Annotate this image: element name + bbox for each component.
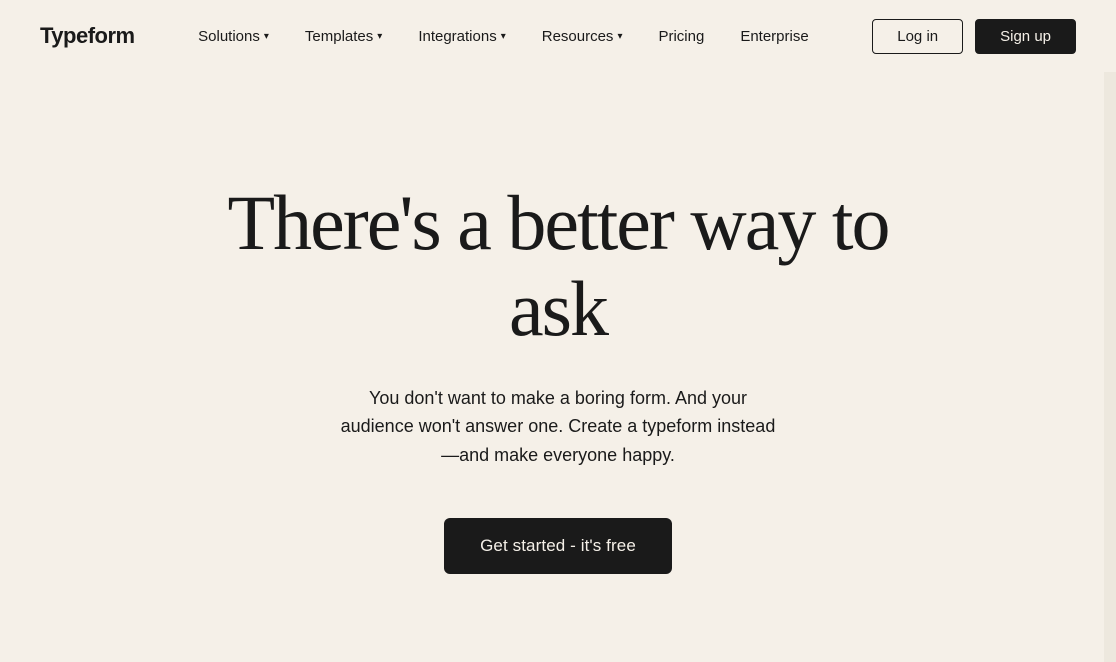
chevron-down-icon: ▾ [377,31,382,42]
nav-label-pricing: Pricing [658,28,704,45]
nav-item-enterprise[interactable]: Enterprise [726,20,822,53]
nav-item-resources[interactable]: Resources ▾ [528,20,637,53]
hero-title: There's a better way to ask [208,180,908,352]
scrollbar[interactable] [1104,0,1116,662]
nav-actions: Log in Sign up [872,19,1076,54]
hero-subtitle: You don't want to make a boring form. An… [338,384,778,470]
nav-item-templates[interactable]: Templates ▾ [291,20,396,53]
nav-label-integrations: Integrations [418,28,496,45]
nav-label-enterprise: Enterprise [740,28,808,45]
signup-button[interactable]: Sign up [975,19,1076,54]
nav-item-integrations[interactable]: Integrations ▾ [404,20,519,53]
nav-label-templates: Templates [305,28,373,45]
chevron-down-icon: ▾ [501,31,506,42]
nav-links: Solutions ▾ Templates ▾ Integrations ▾ R… [184,20,823,53]
nav-item-solutions[interactable]: Solutions ▾ [184,20,283,53]
chevron-down-icon: ▾ [264,31,269,42]
main-nav: Typeform Solutions ▾ Templates ▾ Integra… [0,0,1116,72]
cta-button[interactable]: Get started - it's free [444,518,672,574]
nav-label-resources: Resources [542,28,614,45]
login-button[interactable]: Log in [872,19,963,54]
chevron-down-icon: ▾ [617,31,622,42]
nav-item-pricing[interactable]: Pricing [644,20,718,53]
nav-label-solutions: Solutions [198,28,260,45]
logo[interactable]: Typeform [40,23,135,49]
hero-section: There's a better way to ask You don't wa… [0,72,1116,662]
